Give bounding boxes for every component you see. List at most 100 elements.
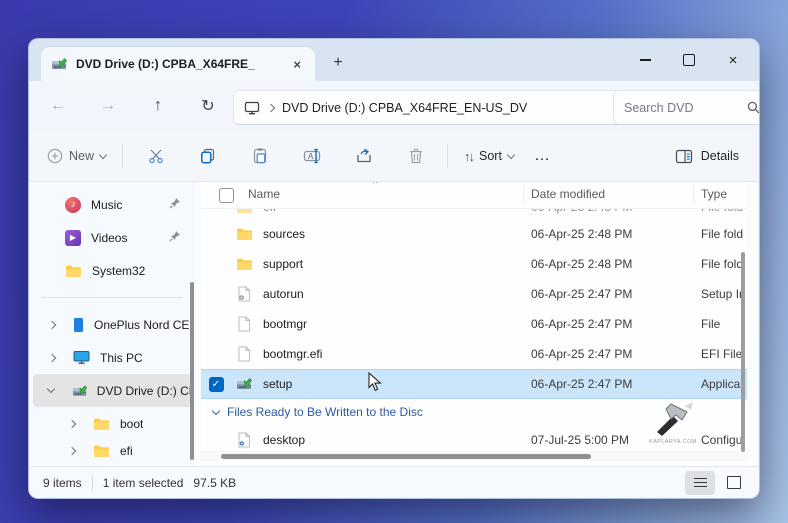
address-bar[interactable]: DVD Drive (D:) CPBA_X64FRE_EN-US_DV: [233, 90, 623, 125]
sidebar-item-label: Videos: [91, 231, 127, 245]
hammer-icon: [647, 400, 699, 436]
file-row-bootmgr[interactable]: bootmgr 06-Apr-25 2:47 PM File: [201, 309, 747, 339]
file-row-setup-selected[interactable]: ✓ setup 06-Apr-25 2:47 PM Applica: [201, 369, 747, 399]
file-name: setup: [257, 377, 531, 391]
minimize-icon: [640, 59, 651, 60]
sidebar-item-label: System32: [92, 264, 145, 278]
sort-ascending-icon: ^: [373, 182, 377, 188]
sidebar-item-label: OnePlus Nord CE: [94, 318, 189, 332]
file-date: 06-Apr-25 2:47 PM: [531, 317, 701, 331]
explorer-body: ♪ Music ▶ Videos: [29, 182, 759, 467]
configuration-file-icon: [237, 432, 251, 448]
file-row-autorun[interactable]: autorun 06-Apr-25 2:47 PM Setup In: [201, 279, 747, 309]
file-date: 06-Apr-25 2:48 PM: [531, 209, 701, 214]
folder-icon: [93, 444, 110, 458]
sidebar-item-videos[interactable]: ▶ Videos: [33, 221, 191, 254]
up-button[interactable]: ↑: [139, 89, 177, 123]
column-header-name[interactable]: Name: [248, 187, 280, 201]
breadcrumb-path[interactable]: DVD Drive (D:) CPBA_X64FRE_EN-US_DV: [282, 101, 527, 115]
column-divider[interactable]: [523, 186, 524, 204]
toolbar-divider: [447, 144, 448, 168]
file-name: bootmgr.efi: [257, 347, 531, 361]
row-checkbox-checked[interactable]: ✓: [209, 377, 224, 392]
see-more-button[interactable]: …: [522, 147, 564, 165]
chevron-right-icon[interactable]: [68, 447, 76, 455]
horizontal-scrollbar-thumb[interactable]: [221, 454, 591, 459]
vertical-scrollbar[interactable]: [741, 252, 745, 452]
new-button[interactable]: New: [39, 142, 114, 170]
details-view-icon: [694, 478, 707, 488]
file-date: 06-Apr-25 2:47 PM: [531, 347, 701, 361]
paste-button[interactable]: [243, 140, 277, 172]
tab-close-icon[interactable]: ×: [289, 57, 305, 72]
file-name: autorun: [257, 287, 531, 301]
large-icons-view-button[interactable]: [719, 471, 749, 495]
cut-button[interactable]: [139, 140, 173, 172]
plus-circle-icon: [47, 148, 63, 164]
status-divider: [92, 475, 93, 491]
sidebar-scrollbar[interactable]: [190, 282, 194, 460]
new-button-label: New: [69, 149, 94, 163]
refresh-button[interactable]: ↻: [189, 89, 227, 123]
sidebar-item-music[interactable]: ♪ Music: [33, 188, 191, 221]
music-icon: ♪: [65, 197, 81, 213]
column-header-row: Name ^ Date modified Type: [201, 182, 747, 209]
file-date: 06-Apr-25 2:47 PM: [531, 377, 701, 391]
sidebar-item-dvd-drive[interactable]: DVD Drive (D:) CP: [33, 374, 191, 407]
setup-application-icon: [236, 377, 252, 391]
details-button-label: Details: [701, 149, 739, 163]
details-pane-button[interactable]: Details: [665, 143, 749, 170]
toolbar-divider: [122, 144, 123, 168]
share-button[interactable]: [347, 140, 381, 172]
delete-button[interactable]: [399, 140, 433, 172]
navigation-sidebar: ♪ Music ▶ Videos: [29, 182, 195, 467]
file-name: sources: [257, 227, 531, 241]
details-view-button[interactable]: [685, 471, 715, 495]
file-row-bootmgr-efi[interactable]: bootmgr.efi 06-Apr-25 2:47 PM EFI File: [201, 339, 747, 369]
chevron-right-icon[interactable]: [68, 419, 76, 427]
column-header-type[interactable]: Type: [701, 187, 727, 201]
horizontal-scrollbar[interactable]: [201, 451, 747, 461]
chevron-down-icon[interactable]: [47, 385, 55, 393]
sidebar-item-label: boot: [120, 417, 143, 431]
column-divider[interactable]: [693, 186, 694, 204]
file-type: File fold: [701, 209, 747, 214]
chevron-down-icon[interactable]: [212, 406, 220, 414]
folder-icon: [236, 209, 253, 214]
select-all-checkbox[interactable]: [219, 188, 234, 203]
pin-icon: [169, 230, 181, 242]
file-row[interactable]: efi 06-Apr-25 2:48 PM File fold: [201, 209, 747, 219]
folder-icon: [236, 227, 253, 241]
explorer-tab[interactable]: DVD Drive (D:) CPBA_X64FRE_ ×: [41, 47, 315, 81]
column-header-date-modified[interactable]: Date modified: [531, 187, 605, 201]
sidebar-item-oneplus-nord-ce[interactable]: OnePlus Nord CE: [33, 308, 191, 341]
setup-information-file-icon: [237, 286, 251, 302]
sidebar-item-system32[interactable]: System32: [33, 254, 191, 287]
minimize-button[interactable]: [623, 44, 667, 76]
chevron-right-icon[interactable]: [48, 320, 56, 328]
rename-button[interactable]: A: [295, 140, 329, 172]
forward-button[interactable]: →: [89, 89, 127, 123]
back-button[interactable]: ←: [39, 89, 77, 123]
search-placeholder: Search DVD: [624, 101, 693, 115]
sidebar-item-efi[interactable]: efi: [33, 440, 191, 462]
close-button[interactable]: ×: [711, 44, 755, 76]
file-icon: [237, 316, 251, 332]
chevron-down-icon: [99, 150, 107, 158]
search-input[interactable]: Search DVD: [613, 90, 760, 125]
sidebar-item-this-pc[interactable]: This PC: [33, 341, 191, 374]
copy-button[interactable]: [191, 140, 225, 172]
selection-count: 1 item selected: [103, 476, 184, 490]
chevron-right-icon[interactable]: [48, 353, 56, 361]
file-row-support[interactable]: support 06-Apr-25 2:48 PM File fold: [201, 249, 747, 279]
sort-button[interactable]: ↑↓ Sort: [456, 143, 522, 170]
new-tab-button[interactable]: +: [325, 51, 351, 75]
file-date: 06-Apr-25 2:48 PM: [531, 227, 701, 241]
sidebar-item-label: This PC: [100, 351, 143, 365]
file-date: 06-Apr-25 2:47 PM: [531, 287, 701, 301]
sidebar-item-boot[interactable]: boot: [33, 407, 191, 440]
file-row-sources[interactable]: sources 06-Apr-25 2:48 PM File fold: [201, 219, 747, 249]
videos-icon: ▶: [65, 230, 81, 246]
sidebar-item-label: efi: [120, 444, 133, 458]
maximize-button[interactable]: [667, 44, 711, 76]
